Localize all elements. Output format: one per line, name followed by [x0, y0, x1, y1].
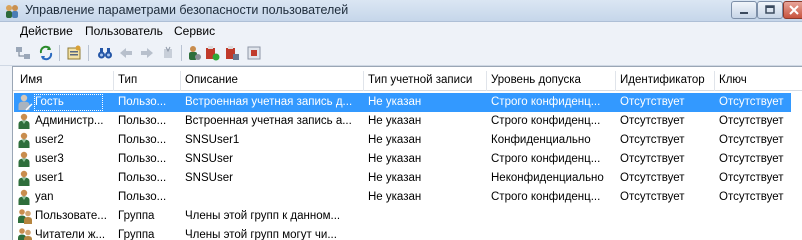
cell-level: Строго конфиденц... — [491, 153, 601, 165]
toolbar-separator — [59, 45, 60, 61]
user-icon — [17, 113, 33, 130]
menu-bar: Действие Пользователь Сервис — [0, 22, 802, 41]
group-icon — [17, 208, 33, 225]
cell-name: Читатели ж... — [35, 229, 106, 240]
column-header-name[interactable]: Имя — [20, 74, 115, 86]
cell-key: Отсутствует — [719, 172, 784, 184]
deny-user-icon[interactable] — [222, 44, 242, 62]
cell-desc: SNSUser — [185, 172, 233, 184]
user-icon — [17, 189, 33, 206]
cell-type: Пользо... — [118, 172, 167, 184]
cell-key: Отсутствует — [719, 134, 784, 146]
column-header-account-type[interactable]: Тип учетной записи — [368, 74, 486, 86]
list-header: Имя Тип Описание Тип учетной записи Уров… — [13, 71, 802, 91]
cell-account: Не указан — [368, 115, 422, 127]
cell-id: Отсутствует — [620, 191, 685, 203]
find-icon[interactable] — [95, 44, 115, 62]
users-list[interactable]: Имя Тип Описание Тип учетной записи Уров… — [12, 66, 802, 240]
user-icon — [17, 132, 33, 149]
cell-type: Пользо... — [118, 96, 167, 108]
toolbar — [0, 41, 802, 66]
user-settings-icon[interactable] — [184, 44, 204, 62]
toolbar-separator — [181, 45, 182, 61]
close-button[interactable] — [783, 1, 802, 19]
cell-name: Пользовате... — [35, 210, 107, 222]
cell-account: Не указан — [368, 96, 422, 108]
maximize-button[interactable] — [757, 1, 783, 19]
cell-id: Отсутствует — [620, 115, 685, 127]
table-row[interactable]: yan Пользо... Не указан Строго конфиденц...… — [13, 188, 802, 207]
cell-name: Администр... — [35, 115, 104, 127]
user-icon — [17, 151, 33, 168]
user-icon — [17, 170, 33, 187]
export-icon[interactable] — [244, 44, 264, 62]
cell-account: Не указан — [368, 191, 422, 203]
cell-name: yan — [35, 191, 54, 203]
cell-account: Не указан — [368, 153, 422, 165]
table-row[interactable]: user1 Пользо... SNSUser Не указан Неконфиден… — [13, 169, 802, 188]
cell-desc: SNSUser1 — [185, 134, 240, 146]
cell-key: Отсутствует — [719, 96, 784, 108]
cell-type: Группа — [118, 210, 155, 222]
menu-action[interactable]: Действие — [17, 24, 76, 38]
cell-key: Отсутствует — [719, 115, 784, 127]
cell-level: Конфиденциально — [491, 134, 591, 146]
cell-desc: Члены этой групп к данном... — [185, 210, 341, 222]
cut-icon[interactable] — [158, 44, 178, 62]
cell-id: Отсутствует — [620, 153, 685, 165]
cell-desc: Встроенная учетная запись д... — [185, 96, 353, 108]
column-header-type[interactable]: Тип — [118, 74, 178, 86]
cell-id: Отсутствует — [620, 172, 685, 184]
column-header-clearance[interactable]: Уровень допуска — [491, 74, 613, 86]
cell-name: user2 — [35, 134, 64, 146]
cell-type: Пользо... — [118, 115, 167, 127]
table-row[interactable]: user3 Пользо... SNSUser Не указан Строго кон… — [13, 150, 802, 169]
cell-name: Гость — [35, 96, 64, 108]
back-arrow-icon[interactable] — [116, 44, 136, 62]
cell-level: Неконфиденциально — [491, 172, 604, 184]
cell-name: user1 — [35, 172, 64, 184]
table-row[interactable]: Пользовате... Группа Члены этой групп к да… — [13, 207, 802, 226]
toolbar-separator — [88, 45, 89, 61]
cell-account: Не указан — [368, 172, 422, 184]
refresh-icon[interactable] — [36, 44, 56, 62]
cell-id: Отсутствует — [620, 134, 685, 146]
cell-key: Отсутствует — [719, 191, 784, 203]
cell-level: Строго конфиденц... — [491, 115, 601, 127]
title-bar: Управление параметрами безопасности поль… — [0, 0, 802, 22]
window-title: Управление параметрами безопасности поль… — [25, 3, 349, 17]
table-row[interactable]: Администр... Пользо... Встроенная учетная … — [13, 112, 802, 131]
cell-type: Пользо... — [118, 191, 167, 203]
group-icon — [17, 227, 33, 240]
cell-type: Пользо... — [118, 153, 167, 165]
guest-user-icon — [17, 94, 33, 111]
cell-type: Пользо... — [118, 134, 167, 146]
menu-service[interactable]: Сервис — [171, 24, 218, 38]
left-gutter — [0, 66, 12, 240]
cell-key: Отсутствует — [719, 153, 784, 165]
column-header-identifier[interactable]: Идентификатор — [620, 74, 714, 86]
app-icon — [4, 3, 20, 19]
table-row[interactable]: Читатели ж... Группа Члены этой групп могу… — [13, 226, 802, 240]
cell-type: Группа — [118, 229, 155, 240]
minimize-button[interactable] — [731, 1, 757, 19]
cell-desc: Члены этой групп могут чи... — [185, 229, 337, 240]
cell-level: Строго конфиденц... — [491, 96, 601, 108]
cell-desc: SNSUser — [185, 153, 233, 165]
cell-name: user3 — [35, 153, 64, 165]
column-header-description[interactable]: Описание — [185, 74, 363, 86]
column-header-key[interactable]: Ключ — [719, 74, 799, 86]
network-icon[interactable] — [13, 44, 33, 62]
cell-account: Не указан — [368, 134, 422, 146]
properties-icon[interactable] — [64, 44, 84, 62]
table-row[interactable]: user2 Пользо... SNSUser1 Не указан Конфиденц… — [13, 131, 802, 150]
menu-user[interactable]: Пользователь — [82, 24, 166, 38]
forward-arrow-icon[interactable] — [137, 44, 157, 62]
cell-level: Строго конфиденц... — [491, 191, 601, 203]
table-row[interactable]: Гость Пользо... Встроенная учетная запись … — [13, 93, 802, 112]
allow-user-icon[interactable] — [202, 44, 222, 62]
cell-id: Отсутствует — [620, 96, 685, 108]
cell-desc: Встроенная учетная запись а... — [185, 115, 352, 127]
